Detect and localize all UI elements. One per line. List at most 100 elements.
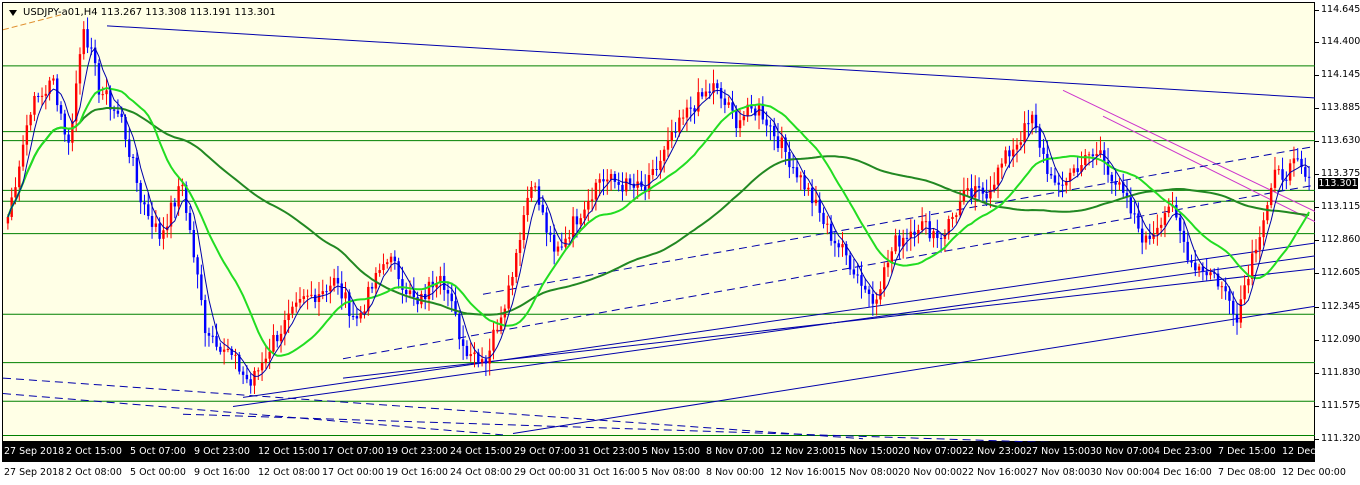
time-label-top: 7 Dec 15:00	[1218, 446, 1276, 457]
time-label-bottom: 7 Dec 08:00	[1218, 467, 1276, 478]
candle-body	[1144, 235, 1148, 243]
candle-body	[1228, 291, 1231, 301]
candle-body	[848, 255, 852, 270]
candle-body	[795, 167, 799, 178]
symbol-label: USDJPY-a01,H4 113.267 113.308 113.191 11…	[23, 7, 276, 18]
candle-body	[1133, 213, 1136, 215]
candle-body	[681, 117, 685, 119]
candle-body	[480, 359, 484, 363]
candle-body	[621, 184, 624, 192]
candle-body	[196, 257, 199, 275]
price-tick-mark	[1315, 140, 1319, 142]
dashed-trend-line	[3, 393, 504, 436]
candle-body	[985, 193, 988, 199]
candle-body	[370, 286, 374, 289]
price-axis: 114.645 114.400 114.145 113.885 113.630 113.3…	[1315, 0, 1360, 485]
candle-body	[1057, 182, 1060, 185]
candle-body	[382, 264, 385, 271]
candle-body	[1292, 158, 1296, 164]
candle-body	[670, 131, 673, 141]
candle-body	[537, 186, 541, 205]
time-label-top: 19 Oct 23:00	[386, 446, 448, 457]
price-tick-label: 111.830	[1321, 367, 1360, 379]
candle-body	[1129, 197, 1133, 214]
horizontal-levels-layer	[3, 65, 1316, 436]
candle-body	[1285, 179, 1288, 181]
candle-body	[427, 281, 431, 300]
candle-body	[226, 348, 230, 350]
candle-body	[1156, 227, 1159, 235]
candle-body	[571, 216, 575, 238]
time-label-bottom: 2 Oct 08:00	[66, 467, 122, 478]
candle-body	[389, 256, 393, 263]
candle-body	[158, 223, 161, 239]
candle-body	[1277, 169, 1280, 171]
candle-body	[522, 215, 526, 240]
candle-body	[14, 187, 17, 198]
candle-body	[1178, 217, 1182, 231]
candle-body	[958, 201, 962, 216]
candle-body	[188, 212, 192, 230]
candle-body	[655, 168, 658, 170]
time-label-bottom: 9 Oct 16:00	[194, 467, 250, 478]
candle-body	[332, 277, 336, 286]
time-label-top: 17 Oct 07:00	[322, 446, 384, 457]
price-tick-mark	[1315, 439, 1319, 440]
candle-body	[609, 173, 613, 180]
current-price-tag: 113.301	[1318, 178, 1358, 190]
candle-body	[678, 117, 681, 133]
candle-body	[405, 289, 408, 294]
candle-body	[883, 267, 886, 290]
candle-body	[602, 179, 605, 182]
candle-body	[534, 186, 537, 188]
candle-body	[245, 374, 249, 380]
candle-body	[867, 289, 871, 295]
candle-body	[496, 329, 499, 331]
time-label-top: 5 Oct 07:00	[130, 446, 186, 457]
candle-body	[674, 131, 677, 133]
price-tick-label: 114.400	[1321, 35, 1360, 47]
candle-body	[606, 179, 609, 182]
candle-body	[856, 274, 859, 276]
time-label-bottom: 17 Oct 00:00	[322, 467, 384, 478]
symbol-dropdown-icon[interactable]	[9, 10, 17, 16]
candle-body	[105, 90, 108, 95]
candle-body	[1167, 206, 1170, 214]
price-tick-mark	[1315, 41, 1319, 43]
candle-body	[791, 167, 795, 169]
time-label-bottom: 27 Nov 08:00	[1026, 467, 1091, 478]
candle-body	[29, 114, 32, 126]
chart-area[interactable]: USDJPY-a01,H4 113.267 113.308 113.191 11…	[2, 2, 1316, 443]
price-tick-label: 113.375	[1321, 167, 1360, 179]
candle-body	[1269, 187, 1273, 206]
candle-body	[685, 107, 689, 118]
candle-body	[1304, 167, 1307, 177]
candle-body	[837, 243, 840, 248]
price-tick-label: 111.320	[1321, 433, 1360, 444]
dashed-trend-line	[182, 413, 1054, 443]
candle-body	[162, 230, 165, 239]
candle-body	[192, 229, 195, 258]
candle-body	[298, 298, 302, 303]
candle-body	[71, 121, 74, 143]
price-tick-mark	[1315, 173, 1319, 175]
price-tick-label: 112.345	[1321, 300, 1360, 312]
candle-body	[378, 270, 381, 273]
time-label-top: 8 Nov 07:00	[706, 446, 765, 457]
candle-body	[484, 359, 488, 364]
candle-body	[575, 216, 579, 225]
time-label-bottom: 20 Nov 00:00	[898, 467, 963, 478]
price-chart[interactable]	[3, 3, 1316, 443]
candle-body	[82, 29, 85, 55]
candle-body	[310, 294, 313, 296]
time-label-top: 4 Dec 23:00	[1154, 446, 1212, 457]
candle-body	[841, 244, 844, 248]
candle-body	[44, 93, 48, 96]
time-label-top: 30 Nov 07:00	[1090, 446, 1155, 457]
candle-body	[549, 232, 552, 235]
candle-body	[898, 235, 901, 247]
candle-body	[386, 262, 389, 265]
trend-lines-layer	[3, 13, 1316, 443]
candle-body	[6, 216, 10, 224]
candle-body	[556, 246, 560, 252]
